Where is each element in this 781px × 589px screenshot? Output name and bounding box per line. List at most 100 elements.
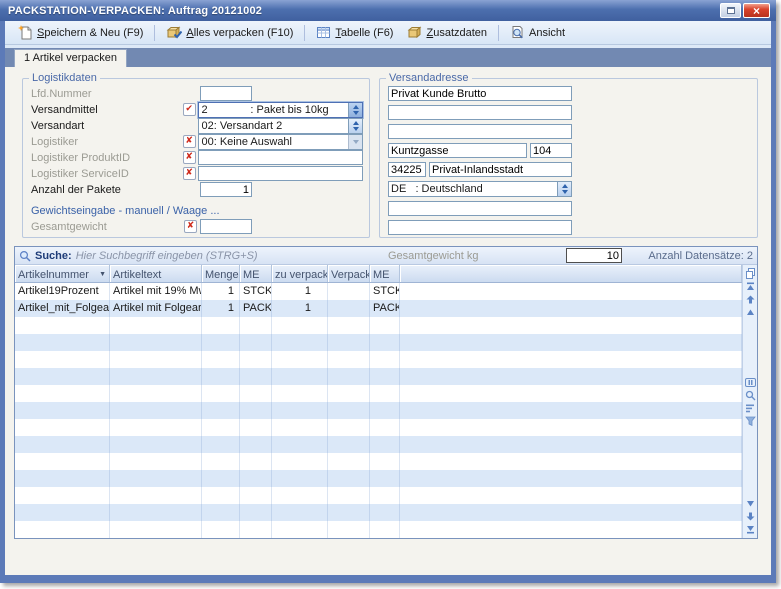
close-button[interactable]: × (743, 3, 770, 18)
versandart-value: 02: Versandart 2 (199, 119, 348, 133)
column-header-me1[interactable]: ME (240, 265, 272, 282)
address-house-number-input[interactable] (530, 143, 572, 158)
search-icon (745, 390, 756, 401)
search-label: Suche: (35, 250, 72, 262)
toolbar-separator (498, 25, 499, 41)
new-document-icon (18, 25, 33, 40)
cell-menge: 1 (202, 300, 240, 317)
address-name2-input[interactable] (388, 105, 572, 120)
window-title: PACKSTATION-VERPACKEN: Auftrag 20121002 (8, 5, 720, 17)
close-icon: × (753, 5, 760, 17)
column-header-verpackt[interactable]: Verpackt (328, 265, 370, 282)
cell-zu-verpacken: 1 (272, 300, 328, 317)
pin-columns-button[interactable] (744, 376, 757, 389)
tab-artikel-verpacken[interactable]: 1 Artikel verpacken (14, 49, 127, 67)
cell-me1: PACK (240, 300, 272, 317)
cross-icon: ✘ (183, 167, 196, 180)
search-icon (19, 250, 31, 262)
shipping-address-groupbox: Versandadresse DE : Deutschland (379, 78, 758, 238)
scroll-bottom-button[interactable] (744, 523, 757, 536)
versandart-combo[interactable]: 02: Versandart 2 (198, 118, 363, 134)
column-header-zu-verpacken[interactable]: zu verpacke (272, 265, 328, 282)
address-extra2-input[interactable] (388, 220, 572, 235)
dropdown-arrow-icon[interactable] (348, 135, 362, 149)
weight-entry-heading[interactable]: Gewichtseingabe - manuell / Waage ... (31, 205, 363, 219)
table-button[interactable]: Tabelle (F6) (309, 22, 400, 43)
filter-button[interactable] (744, 415, 757, 428)
serviceid-input[interactable] (198, 166, 363, 181)
lfd-nummer-input[interactable] (200, 86, 252, 101)
pack-all-label: Alles verpacken (F10) (186, 27, 293, 39)
page-up-button[interactable] (744, 293, 757, 306)
page-down-button[interactable] (744, 510, 757, 523)
table-row[interactable]: Artikel_mit_Folgeartikel Artikel mit Fol… (15, 300, 742, 317)
address-city-input[interactable] (429, 162, 572, 177)
column-header-menge[interactable]: Menge (202, 265, 240, 282)
anzahl-pakete-label: Anzahl der Pakete (31, 184, 184, 196)
maximize-button[interactable] (720, 3, 741, 18)
record-count: Anzahl Datensätze: 2 (648, 250, 753, 262)
save-and-new-button[interactable]: Speichern & Neu (F9) (11, 22, 150, 43)
tab-strip: 1 Artikel verpacken (5, 48, 771, 67)
cell-artikeltext: Artikel mit Folgeartikel (110, 300, 202, 317)
table-row[interactable]: Artikel19Prozent Artikel mit 19% MwSt. 1… (15, 283, 742, 300)
cell-menge: 1 (202, 283, 240, 300)
additional-data-label: Zusatzdaten (426, 27, 487, 39)
cell-artikelnummer: Artikel19Prozent (15, 283, 110, 300)
empty-table-row (15, 436, 742, 453)
grid-search-button[interactable] (744, 389, 757, 402)
cell-me1: STCK (240, 283, 272, 300)
anzahl-pakete-row: Anzahl der Pakete (31, 182, 363, 197)
address-street-input[interactable] (388, 143, 527, 158)
row-up-icon (746, 308, 755, 317)
logistics-groupbox: Logistikdaten Lfd.Nummer Versandmittel ✔… (22, 78, 370, 238)
pin-icon (745, 377, 756, 388)
scroll-top-icon (746, 282, 755, 291)
article-table-panel: Suche: Anzahl Datensätze: 2 Artikelnumme… (14, 246, 758, 539)
row-down-icon (746, 499, 755, 508)
anzahl-pakete-input[interactable] (200, 182, 252, 197)
copy-button[interactable] (744, 267, 757, 280)
filter-icon (745, 416, 756, 427)
versandmittel-combo[interactable]: 2 : Paket bis 10kg (198, 102, 363, 118)
empty-table-row (15, 504, 742, 521)
sort-button[interactable] (744, 402, 757, 415)
address-country-combo[interactable]: DE : Deutschland (388, 181, 572, 197)
row-down-button[interactable] (744, 497, 757, 510)
cell-zu-verpacken: 1 (272, 283, 328, 300)
address-zip-input[interactable] (388, 162, 426, 177)
grid-main: Artikelnummer▼ Artikeltext Menge ME zu v… (15, 265, 742, 538)
scroll-top-button[interactable] (744, 280, 757, 293)
address-extra1-input[interactable] (388, 201, 572, 216)
gesamtgewicht-label: Gesamtgewicht (31, 221, 184, 233)
address-name3-input[interactable] (388, 124, 572, 139)
spinner-icon[interactable] (348, 103, 362, 117)
package-check-icon (166, 25, 182, 40)
table-body: Artikel19Prozent Artikel mit 19% MwSt. 1… (15, 283, 742, 538)
cross-icon: ✘ (184, 220, 197, 233)
lfd-nummer-label: Lfd.Nummer (31, 88, 184, 100)
pack-all-button[interactable]: Alles verpacken (F10) (159, 22, 300, 43)
logistiker-combo[interactable]: 00: Keine Auswahl (198, 134, 363, 150)
empty-table-row (15, 521, 742, 538)
produktid-label: Logistiker ProduktID (31, 152, 183, 164)
serviceid-row: Logistiker ServiceID ✘ (31, 166, 363, 181)
column-header-artikeltext[interactable]: Artikeltext (110, 265, 202, 282)
column-header-artikelnummer[interactable]: Artikelnummer▼ (15, 265, 110, 282)
cross-icon: ✘ (183, 151, 196, 164)
search-row: Suche: Anzahl Datensätze: 2 (15, 247, 757, 265)
address-name1-input[interactable] (388, 86, 572, 101)
column-header-filler (400, 265, 742, 282)
gesamtgewicht-kg-input[interactable] (566, 248, 622, 263)
cell-verpackt (328, 283, 370, 300)
spinner-icon[interactable] (348, 119, 362, 133)
produktid-input[interactable] (198, 150, 363, 165)
gesamtgewicht-input[interactable] (200, 219, 252, 234)
check-icon: ✔ (183, 103, 196, 116)
row-up-button[interactable] (744, 306, 757, 319)
spinner-icon[interactable] (557, 182, 571, 196)
view-button[interactable]: Ansicht (503, 22, 572, 43)
toolbar-separator (304, 25, 305, 41)
additional-data-button[interactable]: Zusatzdaten (400, 22, 494, 43)
column-header-me2[interactable]: ME (370, 265, 400, 282)
